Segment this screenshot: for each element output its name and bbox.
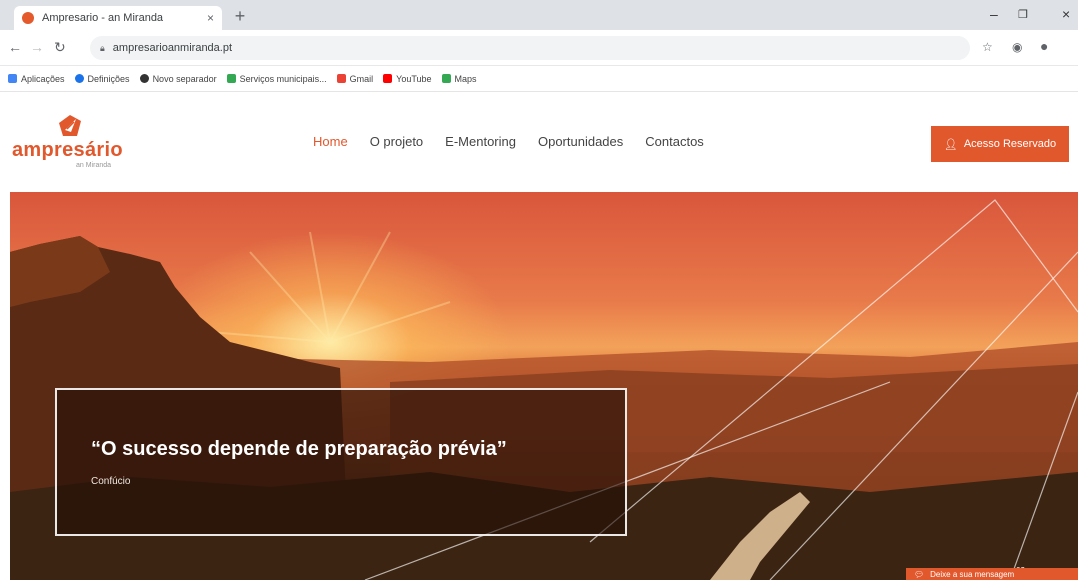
bookmark-services[interactable]: Serviços municipais... [226,74,327,84]
browser-toolbar: ← → ↻ 🔒︎ ampresarioanmiranda.pt ☆ ◉ ● [0,30,1078,66]
bookmark-apps[interactable]: Aplicações [8,74,65,84]
profile-icon[interactable]: ● [1040,38,1048,54]
settings-icon [74,74,84,83]
reserved-access-label: Acesso Reservado [963,138,1057,150]
logo-mark-icon [59,115,81,136]
maximize-icon[interactable]: ❐ [1018,8,1028,21]
reload-icon[interactable]: ↻ [54,39,66,56]
nav-o-projeto[interactable]: O projeto [370,134,423,149]
bookmark-youtube[interactable]: YouTube [383,74,432,84]
window-close-icon[interactable]: × [1062,6,1070,22]
browser-window: Ampresario - an Miranda × + – ❐ × ← → ↻ … [0,0,1078,580]
nav-e-mentoring[interactable]: E-Mentoring [445,134,516,149]
bookmark-settings[interactable]: Definições [74,74,130,84]
back-icon[interactable]: ← [8,39,22,55]
user-icon: 👤︎ [943,138,958,151]
forward-icon[interactable]: → [30,39,44,55]
site-logo[interactable]: ampresário an Miranda [12,112,132,172]
bookmark-gmail[interactable]: Gmail [336,74,373,84]
gmail-icon [336,74,346,83]
chat-icon: 💬︎ [914,569,925,579]
bookmarks-bar: Aplicações Definições Novo separador Ser… [0,66,1078,92]
chat-button[interactable]: 💬︎ Deixe a sua mensagem [906,568,1078,580]
extension-icon[interactable]: ◉ [1012,40,1022,54]
tab-title: Ampresario - an Miranda [42,12,164,24]
star-icon[interactable]: ☆ [982,40,993,54]
google-icon [226,74,236,83]
hero-quote: “O sucesso depende de preparação prévia” [91,438,507,460]
chat-button-label: Deixe a sua mensagem [930,569,1015,579]
logo-subtext: an Miranda [76,162,112,169]
site-favicon-icon [22,12,34,24]
maps-icon [441,74,451,83]
site-header: ampresário an Miranda Home O projeto E-M… [0,92,1078,192]
quote-author: Confúcio [91,476,131,487]
tab-strip: Ampresario - an Miranda × + – ❐ × [0,0,1078,30]
nav-home[interactable]: Home [313,134,348,149]
nav-contactos[interactable]: Contactos [645,134,704,149]
quote-box: “O sucesso depende de preparação prévia”… [55,388,627,536]
reserved-access-button[interactable]: 👤︎ Acesso Reservado [931,126,1069,162]
address-bar[interactable]: 🔒︎ ampresarioanmiranda.pt [90,36,970,60]
youtube-icon [383,74,393,83]
logo-text: ampresário [12,139,123,161]
close-tab-icon[interactable]: × [207,11,214,25]
new-tab-button[interactable]: + [230,6,250,26]
apps-icon [8,74,17,83]
url-text: ampresarioanmiranda.pt [112,42,233,54]
bookmark-new-tab[interactable]: Novo separador [139,74,217,84]
hero-banner: “O sucesso depende de preparação prévia”… [10,192,1078,580]
minimize-icon[interactable]: – [990,6,998,22]
nav-oportunidades[interactable]: Oportunidades [538,134,623,149]
browser-tab[interactable]: Ampresario - an Miranda × [14,6,222,30]
main-nav: Home O projeto E-Mentoring Oportunidades… [313,134,704,149]
bookmark-maps[interactable]: Maps [441,74,477,84]
lock-icon: 🔒︎ [100,42,105,53]
globe-icon [139,74,149,83]
